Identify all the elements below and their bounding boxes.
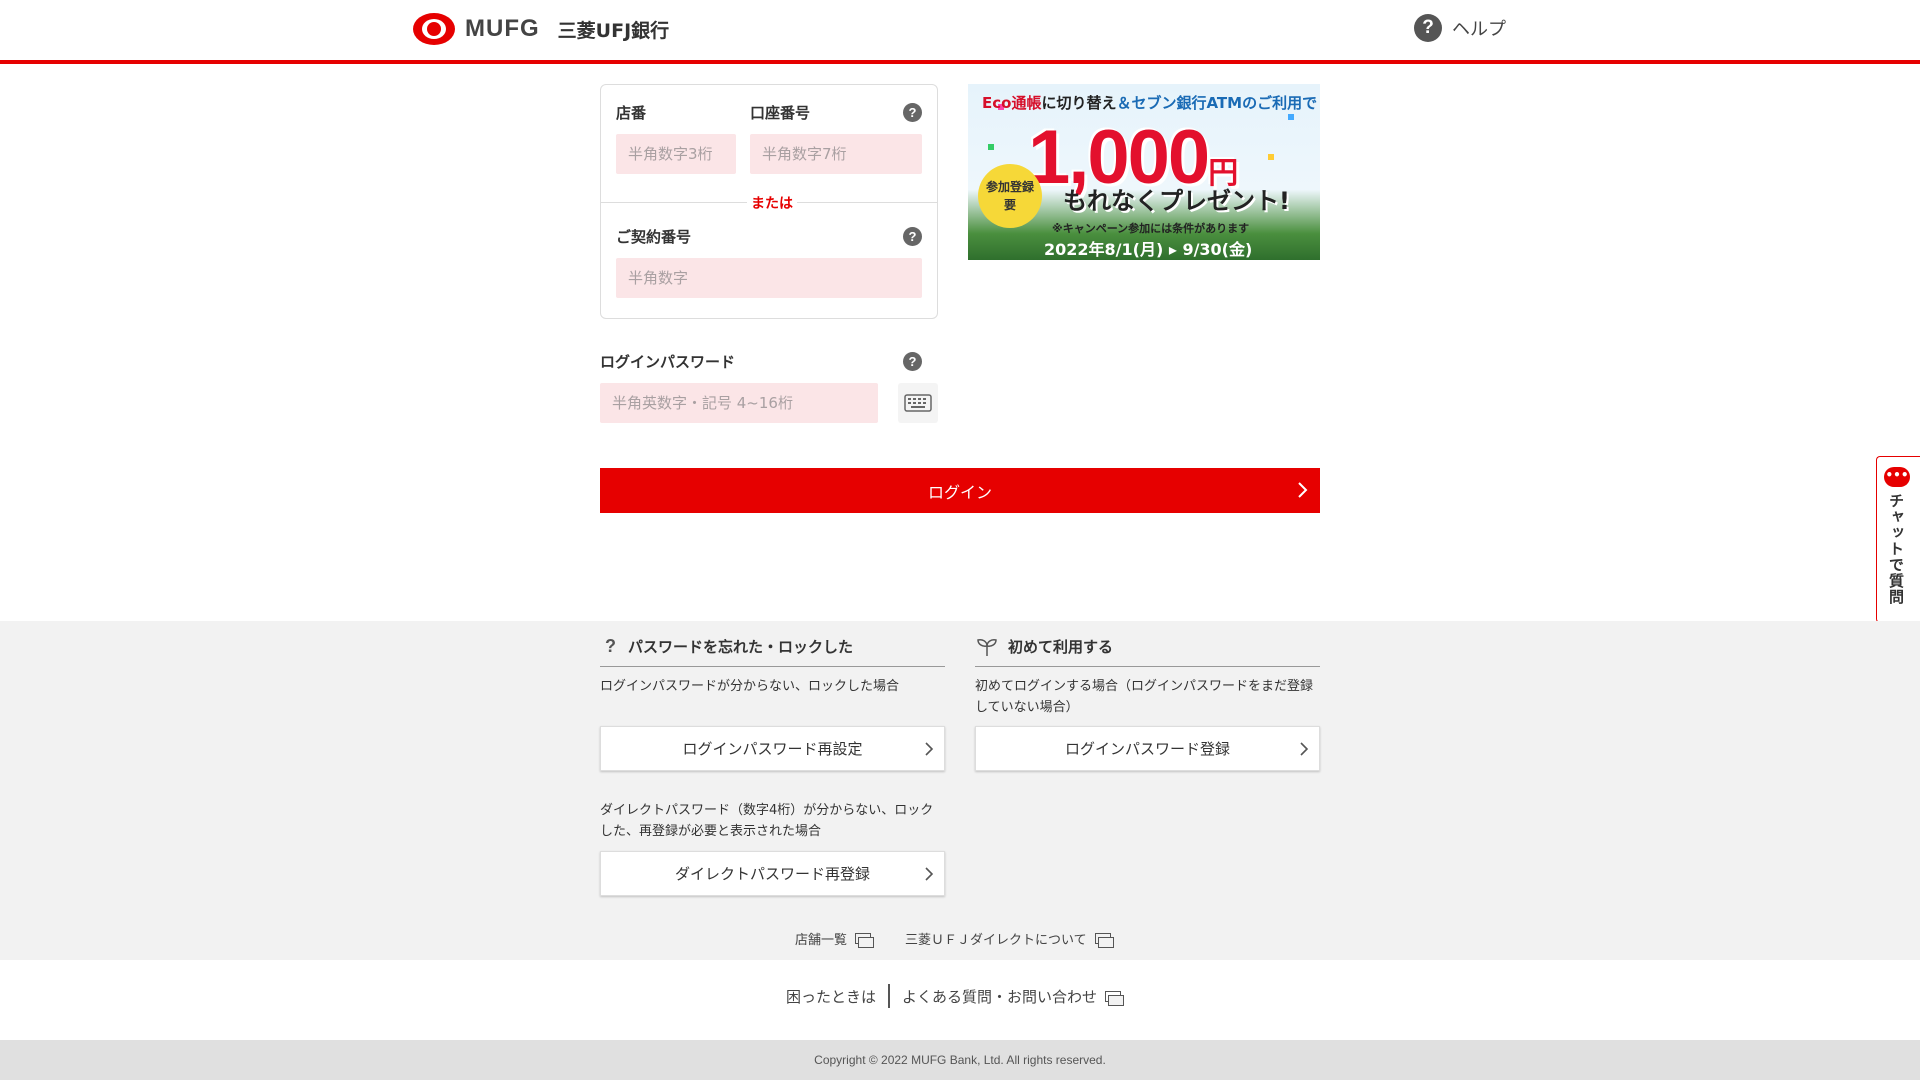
first-use-title: 初めて利用する bbox=[976, 636, 1113, 657]
chevron-right-icon bbox=[1300, 742, 1309, 756]
login-button-label: ログイン bbox=[927, 482, 992, 502]
external-window-icon bbox=[1094, 933, 1114, 948]
password-input[interactable] bbox=[600, 383, 878, 423]
external-window-icon bbox=[1105, 991, 1125, 1006]
mufg-logo-icon bbox=[413, 13, 455, 45]
first-section-rule bbox=[975, 666, 1320, 667]
or-text: または bbox=[747, 193, 797, 213]
help-circle-icon: ? bbox=[1414, 14, 1442, 42]
branch-number-label: 店番 bbox=[616, 104, 647, 122]
help-links-separator bbox=[888, 984, 890, 1008]
contract-number-input[interactable] bbox=[616, 258, 922, 298]
banner-dates: 2022年8/1(月) ▸ 9/30(金) bbox=[1044, 240, 1253, 259]
banner-eco-text: Eco通帳 bbox=[982, 94, 1042, 112]
account-login-card: 店番 口座番号 ? または ご契約番号 ? bbox=[600, 84, 938, 319]
chat-question-tab[interactable]: ••• チャットで質問 bbox=[1876, 456, 1920, 623]
reset-login-password-label: ログインパスワード再設定 bbox=[682, 740, 863, 758]
account-help-icon[interactable]: ? bbox=[903, 103, 922, 122]
about-direct-link[interactable]: 三菱ＵＦＪダイレクトについて bbox=[905, 929, 1114, 948]
first-use-desc: 初めてログインする場合（ログインパスワードをまだ登録していない場合） bbox=[975, 679, 1314, 715]
forgot-password-title: ? パスワードを忘れた・ロックした bbox=[605, 636, 853, 657]
register-login-password-label: ログインパスワード登録 bbox=[1064, 740, 1230, 758]
help-label: ヘルプ bbox=[1452, 19, 1506, 40]
site-header: MUFG 三菱UFJ銀行 ? ヘルプ bbox=[0, 0, 1920, 64]
mufg-logo[interactable]: MUFG 三菱UFJ銀行 bbox=[413, 12, 669, 46]
chevron-right-icon bbox=[925, 742, 934, 756]
banner-condition-text: ※キャンペーン参加には条件があります bbox=[1052, 222, 1250, 235]
bank-name: 三菱UFJ銀行 bbox=[557, 19, 670, 42]
forgot-password-title-text: パスワードを忘れた・ロックした bbox=[628, 638, 854, 656]
banner-present-text: もれなくプレゼント! bbox=[1063, 187, 1290, 215]
account-number-input[interactable] bbox=[750, 134, 922, 174]
forgot-direct-desc: ダイレクトパスワード（数字4桁）が分からない、ロックした、再登録が必要と表示され… bbox=[600, 803, 934, 839]
forgot-login-desc: ログインパスワードが分からない、ロックした場合 bbox=[600, 679, 900, 694]
contract-help-icon[interactable]: ? bbox=[903, 227, 922, 246]
software-keyboard-button[interactable] bbox=[898, 383, 938, 423]
banner-atm-text: ＆セブン銀行ATMのご利用で bbox=[1116, 94, 1318, 112]
stores-link-label: 店舗一覧 bbox=[795, 933, 848, 948]
chat-bubble-icon: ••• bbox=[1884, 467, 1910, 487]
banner-headline: Eco通帳に切り替え＆セブン銀行ATMのご利用で bbox=[982, 92, 1317, 113]
chevron-right-icon bbox=[925, 867, 934, 881]
support-section bbox=[0, 621, 1920, 960]
chat-tab-label: チャットで質問 bbox=[1887, 493, 1905, 605]
login-button[interactable]: ログイン bbox=[600, 468, 1320, 513]
banner-switch-text: に切り替え bbox=[1041, 94, 1117, 112]
campaign-banner[interactable]: Eco通帳に切り替え＆セブン銀行ATMのご利用で 1,000円 参加登録 要 も… bbox=[968, 84, 1320, 260]
about-direct-link-label: 三菱ＵＦＪダイレクトについて bbox=[905, 933, 1087, 948]
help-links-row: 困ったときは よくある質問・お問い合わせ bbox=[0, 984, 1920, 1040]
logo-text: MUFG bbox=[465, 15, 540, 42]
password-help-icon[interactable]: ? bbox=[903, 352, 922, 371]
reregister-direct-password-label: ダイレクトパスワード再登録 bbox=[674, 865, 870, 883]
footer: Copyright © 2022 MUFG Bank, Ltd. All rig… bbox=[0, 1040, 1920, 1080]
help-link[interactable]: ? ヘルプ bbox=[1414, 14, 1506, 42]
register-login-password-button[interactable]: ログインパスワード登録 bbox=[975, 726, 1320, 771]
keyboard-icon bbox=[904, 394, 932, 412]
reregister-direct-password-button[interactable]: ダイレクトパスワード再登録 bbox=[600, 851, 945, 896]
first-use-title-text: 初めて利用する bbox=[1008, 638, 1114, 656]
external-window-icon bbox=[855, 933, 875, 948]
reset-login-password-button[interactable]: ログインパスワード再設定 bbox=[600, 726, 945, 771]
banner-registration-badge: 参加登録 要 bbox=[978, 164, 1042, 228]
branch-number-input[interactable] bbox=[616, 134, 736, 174]
chevron-right-icon bbox=[1298, 482, 1308, 498]
copyright-text: Copyright © 2022 MUFG Bank, Ltd. All rig… bbox=[814, 1053, 1106, 1067]
faq-contact-link-label: よくある質問・お問い合わせ bbox=[902, 988, 1098, 1006]
sprout-icon bbox=[977, 638, 997, 656]
account-number-label: 口座番号 bbox=[750, 104, 811, 122]
password-label: ログインパスワード bbox=[600, 353, 736, 371]
stores-link[interactable]: 店舗一覧 bbox=[795, 929, 875, 948]
question-mark-icon: ? bbox=[605, 636, 616, 656]
trouble-link[interactable]: 困ったときは bbox=[786, 986, 876, 1007]
forgot-section-rule bbox=[600, 666, 945, 667]
faq-contact-link[interactable]: よくある質問・お問い合わせ bbox=[902, 986, 1125, 1007]
contract-number-label: ご契約番号 bbox=[616, 228, 692, 246]
trouble-link-label: 困ったときは bbox=[786, 988, 877, 1006]
